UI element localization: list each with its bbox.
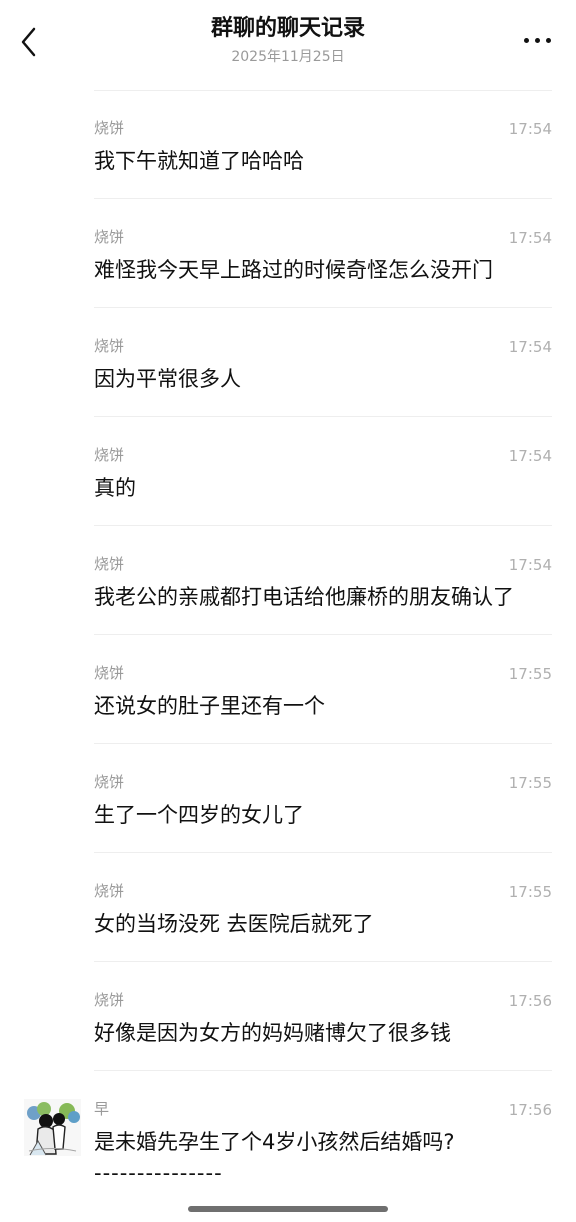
message-item: 烧饼 17:56 好像是因为女方的妈妈赌博欠了很多钱 xyxy=(0,962,576,1071)
message-time: 17:55 xyxy=(508,883,552,901)
message-sender: 烧饼 xyxy=(94,882,125,900)
message-time: 17:54 xyxy=(508,447,552,465)
message-time: 17:56 xyxy=(508,992,552,1010)
message-text: 我下午就知道了哈哈哈 xyxy=(94,149,304,173)
message-time: 17:56 xyxy=(508,1101,552,1119)
message-time: 17:54 xyxy=(508,120,552,138)
message-text: 女的当场没死 去医院后就死了 xyxy=(94,912,374,936)
avatar[interactable] xyxy=(24,1099,81,1156)
record-date: 2025年11月25日 xyxy=(231,49,345,65)
message-sender: 烧饼 xyxy=(94,228,125,246)
message-item: 烧饼 17:54 难怪我今天早上路过的时候奇怪怎么没开门 xyxy=(0,199,576,308)
message-text: 是未婚先孕生了个4岁小孩然后结婚吗? xyxy=(94,1130,455,1154)
message-item: 烧饼 17:55 女的当场没死 去医院后就死了 xyxy=(0,853,576,962)
message-sender: 烧饼 xyxy=(94,337,125,355)
message-item: 早 17:56 是未婚先孕生了个4岁小孩然后结婚吗? -------------… xyxy=(0,1071,576,1195)
message-sender: 烧饼 xyxy=(94,773,125,791)
more-horizontal-icon xyxy=(546,38,551,43)
more-horizontal-icon xyxy=(535,38,540,43)
message-item: 烧饼 17:54 真的 xyxy=(0,417,576,526)
message-item: 烧饼 17:55 还说女的肚子里还有一个 xyxy=(0,635,576,744)
page-title: 群聊的聊天记录 xyxy=(210,16,365,41)
message-time: 17:54 xyxy=(508,229,552,247)
message-sender: 烧饼 xyxy=(94,555,125,573)
more-horizontal-icon xyxy=(524,38,529,43)
couple-avatar-icon xyxy=(24,1099,81,1156)
message-text: 还说女的肚子里还有一个 xyxy=(94,694,325,718)
message-text: 生了一个四岁的女儿了 xyxy=(94,803,304,827)
message-text: 因为平常很多人 xyxy=(94,367,241,391)
message-separator-text: --------------- xyxy=(94,1161,223,1185)
message-sender: 烧饼 xyxy=(94,446,125,464)
message-time: 17:54 xyxy=(508,556,552,574)
message-item: 烧饼 17:54 因为平常很多人 xyxy=(0,308,576,417)
message-time: 17:54 xyxy=(508,338,552,356)
message-time: 17:55 xyxy=(508,774,552,792)
message-text: 好像是因为女方的妈妈赌博欠了很多钱 xyxy=(94,1021,451,1045)
message-sender: 烧饼 xyxy=(94,664,125,682)
message-sender: 烧饼 xyxy=(94,991,125,1009)
home-indicator[interactable] xyxy=(188,1206,388,1212)
message-list: 烧饼 17:54 我下午就知道了哈哈哈 烧饼 17:54 难怪我今天早上路过的时… xyxy=(0,90,576,1195)
message-sender: 烧饼 xyxy=(94,119,125,137)
message-sender: 早 xyxy=(94,1100,110,1118)
more-options-button[interactable] xyxy=(524,34,552,48)
message-item: 烧饼 17:55 生了一个四岁的女儿了 xyxy=(0,744,576,853)
message-text: 难怪我今天早上路过的时候奇怪怎么没开门 xyxy=(94,258,493,282)
message-item: 烧饼 17:54 我老公的亲戚都打电话给他廉桥的朋友确认了 xyxy=(0,526,576,635)
message-text: 真的 xyxy=(94,476,136,500)
chat-record-header: 群聊的聊天记录 2025年11月25日 xyxy=(0,0,576,82)
message-time: 17:55 xyxy=(508,665,552,683)
message-text: 我老公的亲戚都打电话给他廉桥的朋友确认了 xyxy=(94,585,514,609)
message-item: 烧饼 17:54 我下午就知道了哈哈哈 xyxy=(0,90,576,199)
